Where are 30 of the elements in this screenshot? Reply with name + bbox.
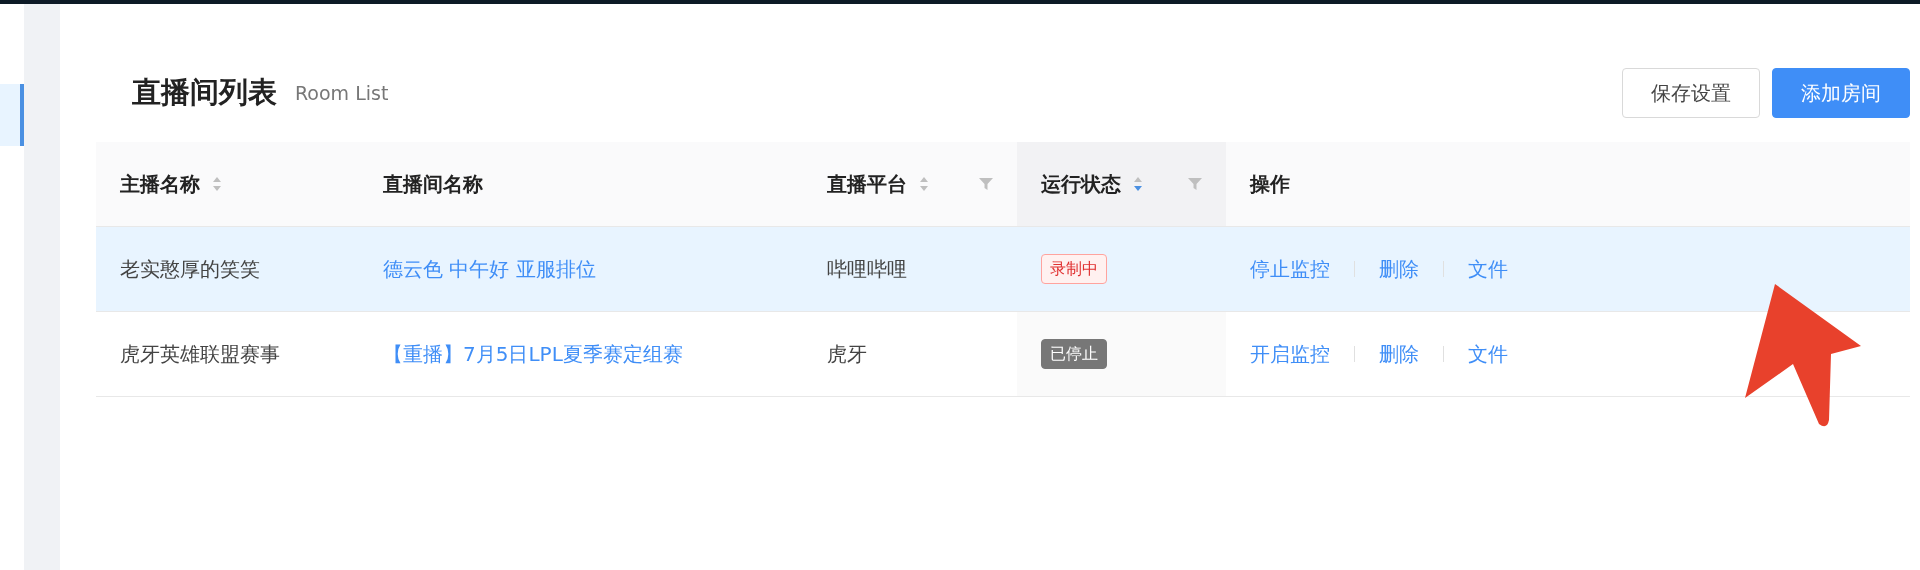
action-link[interactable]: 停止监控 bbox=[1250, 255, 1331, 283]
action-link[interactable]: 文件 bbox=[1468, 255, 1509, 283]
column-header: 操作 bbox=[1250, 170, 1291, 198]
room-name-link[interactable]: 【重播】7月5日LPL夏季赛定组赛 bbox=[383, 341, 683, 366]
page-title: 直播间列表 bbox=[132, 74, 277, 111]
column-header: 主播名称 bbox=[120, 170, 200, 198]
platform-name: 哔哩哔哩 bbox=[827, 256, 908, 281]
filter-icon[interactable] bbox=[1188, 177, 1203, 191]
streamer-name: 老实憨厚的笑笑 bbox=[120, 256, 260, 281]
column-header: 直播间名称 bbox=[383, 170, 483, 198]
highlighted-row[interactable]: 老实憨厚的笑笑 德云色 中午好 亚服排位 哔哩哔哩 录制中 停止监控 删除 文件 bbox=[96, 226, 1910, 312]
action-link[interactable]: 开启监控 bbox=[1250, 340, 1331, 368]
room-name-link[interactable]: 德云色 中午好 亚服排位 bbox=[383, 256, 596, 281]
status-tag: 录制中 bbox=[1041, 254, 1108, 284]
action-link[interactable]: 删除 bbox=[1379, 255, 1420, 283]
sort-icon[interactable] bbox=[1133, 176, 1144, 192]
platform-name: 虎牙 bbox=[827, 341, 868, 366]
column-header: 运行状态 bbox=[1041, 170, 1122, 198]
add-room-button[interactable]: 添加房间 bbox=[1772, 68, 1910, 118]
sidebar-item[interactable] bbox=[0, 84, 24, 146]
sort-icon[interactable] bbox=[212, 176, 222, 192]
streamer-name: 虎牙英雄联盟赛事 bbox=[120, 341, 280, 366]
filter-icon[interactable] bbox=[979, 177, 994, 191]
action-link[interactable]: 删除 bbox=[1379, 340, 1420, 368]
save-settings-button[interactable]: 保存设置 bbox=[1622, 68, 1760, 118]
page-subtitle: Room List bbox=[295, 82, 389, 104]
status-tag: 已停止 bbox=[1041, 339, 1108, 369]
sort-icon[interactable] bbox=[919, 176, 930, 192]
column-header: 直播平台 bbox=[827, 170, 908, 198]
action-link[interactable]: 文件 bbox=[1468, 340, 1509, 368]
